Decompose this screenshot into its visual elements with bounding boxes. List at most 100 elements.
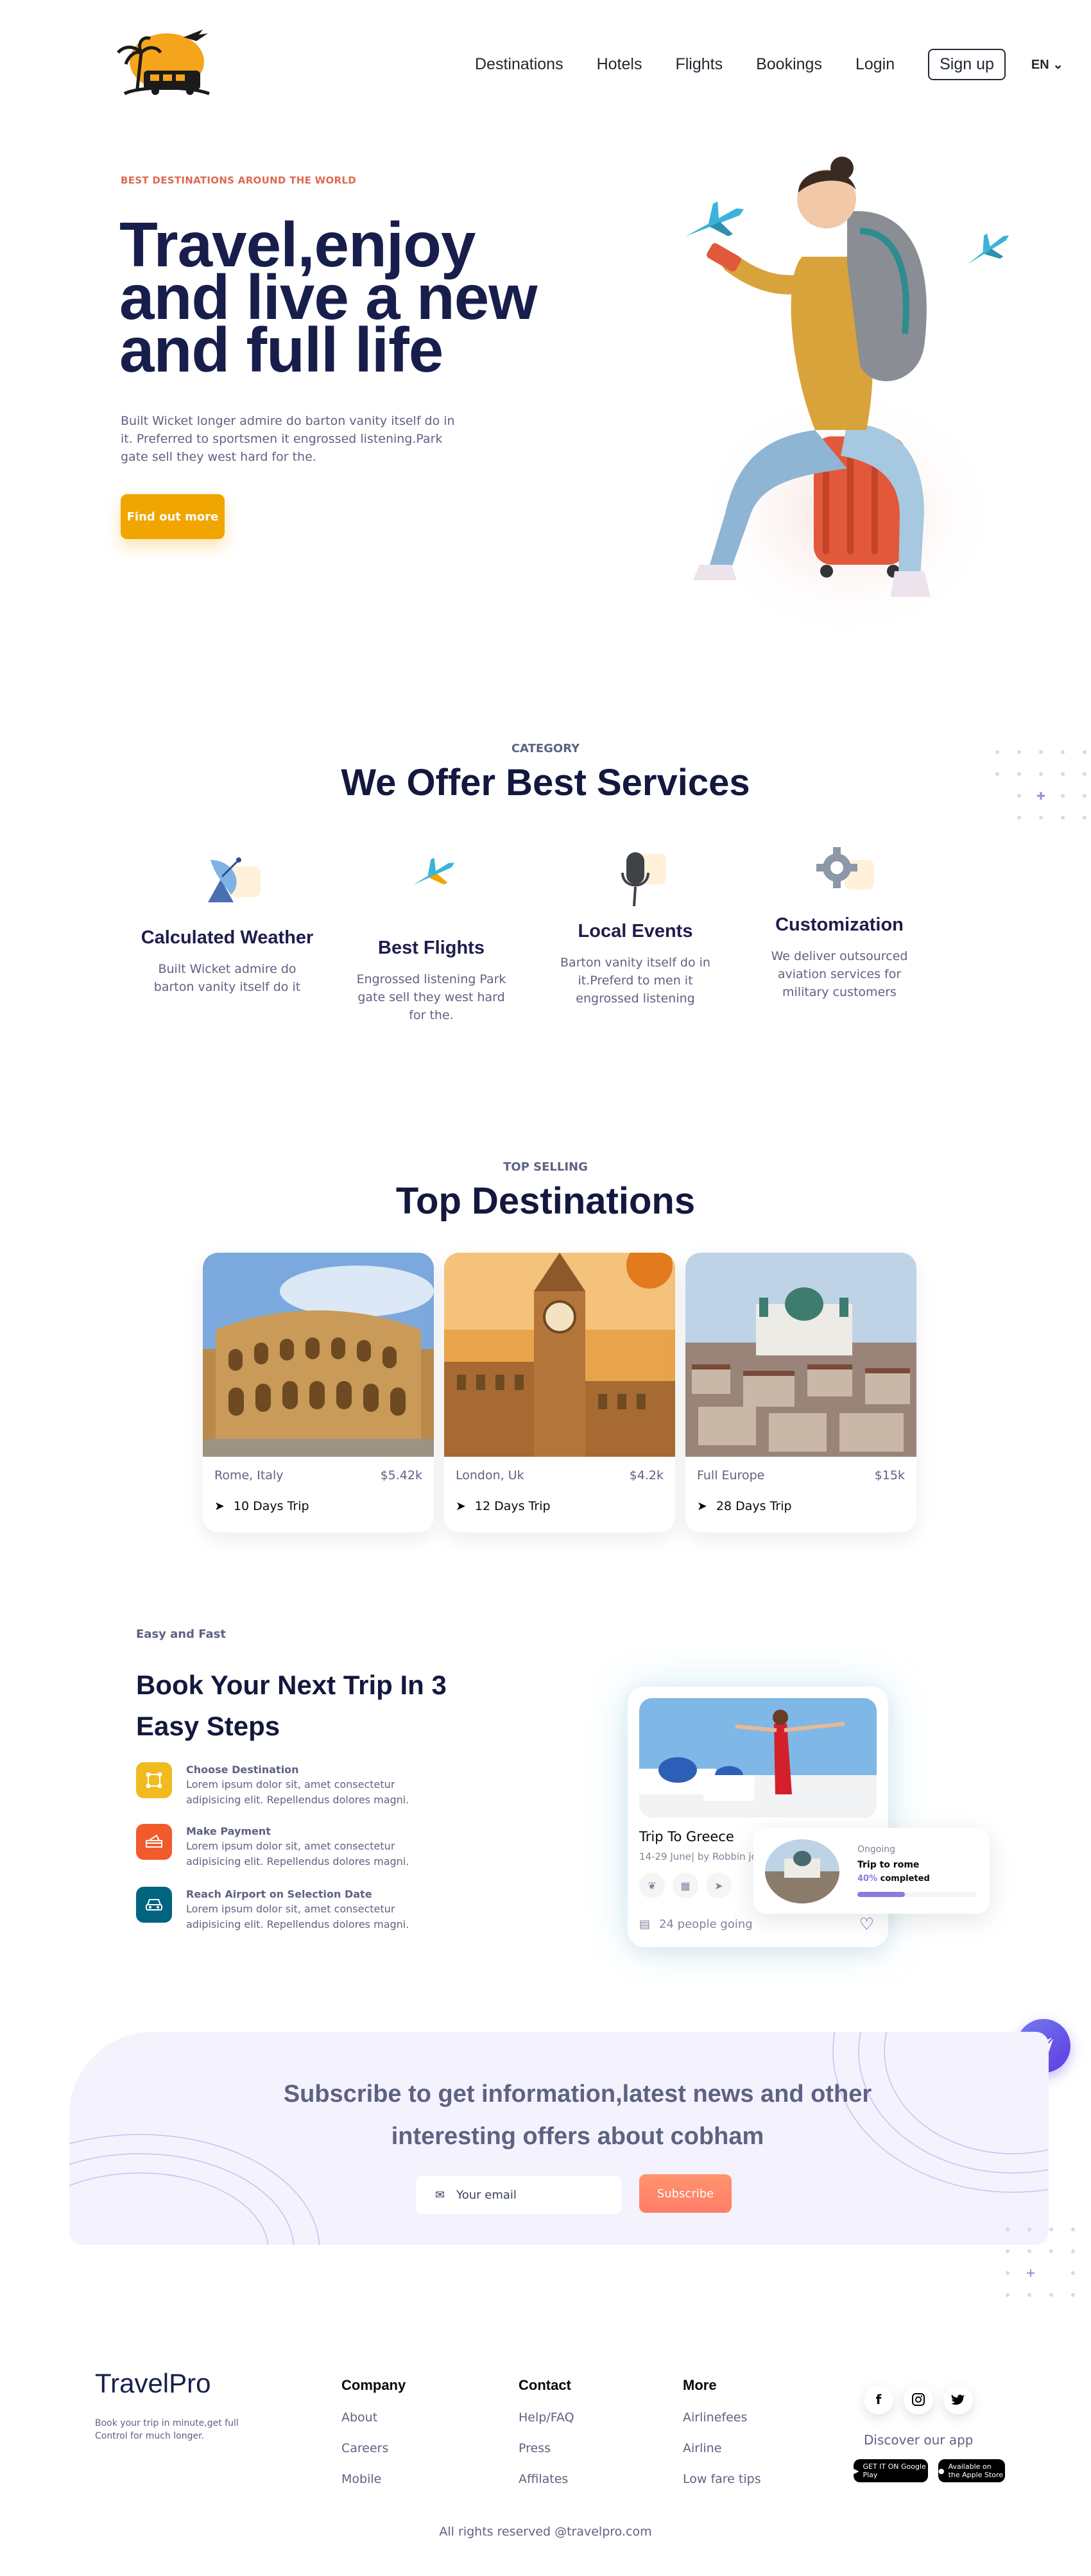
steps-title: Book Your Next Trip In 3 Easy Steps — [136, 1670, 447, 1741]
logo[interactable] — [113, 24, 216, 100]
service-text: Barton vanity itself do in it.Preferd to… — [560, 956, 710, 1006]
ongoing-trip-card[interactable]: Ongoing Trip to rome 40% completed — [753, 1828, 990, 1914]
ongoing-percent: 40% — [857, 1874, 878, 1884]
apple-icon: ● — [938, 2466, 945, 2475]
facebook-icon[interactable]: f — [864, 2385, 893, 2414]
decorative-dots-2 — [1006, 2228, 1075, 2297]
steps-eyebrow: Easy and Fast — [136, 1627, 226, 1641]
hero-title: Travel,enjoy and live a new and full lif… — [119, 213, 607, 381]
building-icon: ▤ — [639, 1918, 651, 1931]
nav-hotels[interactable]: Hotels — [597, 55, 642, 74]
destination-place: Full Europe — [697, 1468, 765, 1482]
leaf-icon[interactable]: ❦ — [639, 1873, 665, 1898]
destination-image — [685, 1253, 916, 1457]
hero-traveler-image — [655, 154, 1020, 642]
footer-col-title: Contact — [519, 2377, 571, 2393]
footer-link-airline[interactable]: Airline — [683, 2441, 761, 2455]
signup-button[interactable]: Sign up — [928, 49, 1006, 80]
nav-flights[interactable]: Flights — [675, 55, 723, 74]
decorative-dots — [995, 750, 1087, 820]
footer-link-mobile[interactable]: Mobile — [341, 2472, 406, 2486]
trip-name: Trip To Greece — [639, 1829, 734, 1844]
destination-place: Rome, Italy — [214, 1468, 284, 1482]
step-title: Make Payment — [186, 1825, 271, 1837]
footer-link-affiliates[interactable]: Affilates — [519, 2472, 574, 2486]
footer-col-more: More Airlinefees Airline Low fare tips — [683, 2377, 761, 2503]
payment-icon — [136, 1824, 172, 1860]
destination-price: $5.42k — [380, 1468, 422, 1482]
services-eyebrow: CATEGORY — [511, 742, 580, 755]
footer-brand: TravelPro — [95, 2368, 211, 2398]
trip-footer: ▤ 24 people going — [639, 1918, 753, 1931]
footer-link-airlinefees[interactable]: Airlinefees — [683, 2410, 761, 2425]
service-card-customization: Customization We deliver outsourced avia… — [750, 841, 929, 1001]
services-title: We Offer Best Services — [341, 762, 750, 803]
service-title: Local Events — [578, 921, 693, 941]
map-icon[interactable]: ▦ — [673, 1873, 698, 1898]
destination-image — [444, 1253, 675, 1457]
step-reach-airport: Reach Airport on Selection Date Lorem ip… — [136, 1887, 444, 1932]
ongoing-progress-bar — [857, 1892, 977, 1897]
destination-card-london[interactable]: London, Uk $4.2k ➤ 12 Days Trip — [444, 1253, 675, 1533]
destination-trip: 10 Days Trip — [233, 1499, 309, 1513]
footer-link-about[interactable]: About — [341, 2410, 406, 2425]
select-icon — [136, 1762, 172, 1798]
find-out-more-button[interactable]: Find out more — [121, 494, 225, 539]
chevron-down-icon: ⌄ — [1052, 58, 1064, 72]
google-play-label: GET IT ON Google Play — [863, 2462, 926, 2479]
subscribe-button[interactable]: Subscribe — [639, 2174, 732, 2213]
destinations-title: Top Destinations — [395, 1180, 696, 1222]
language-selector[interactable]: EN ⌄ — [1031, 56, 1063, 73]
service-title: Calculated Weather — [141, 927, 314, 948]
footer-link-careers[interactable]: Careers — [341, 2441, 406, 2455]
app-store-button[interactable]: ● Available on the Apple Store — [938, 2459, 1005, 2482]
footer-col-contact: Contact Help/FAQ Press Affilates — [519, 2377, 574, 2503]
destination-price: $4.2k — [629, 1468, 664, 1482]
trip-image — [639, 1698, 877, 1817]
satellite-icon — [182, 847, 272, 918]
discover-app-label: Discover our app — [864, 2432, 974, 2448]
step-choose-destination: Choose Destination Lorem ipsum dolor sit… — [136, 1762, 444, 1808]
nav-login[interactable]: Login — [855, 55, 895, 74]
service-text: We deliver outsourced aviation services … — [771, 949, 908, 999]
destination-price: $15k — [874, 1468, 905, 1482]
email-field[interactable]: ✉ Your email — [416, 2176, 621, 2214]
email-placeholder: Your email — [456, 2188, 517, 2202]
ongoing-trip-image — [765, 1839, 839, 1903]
main-nav: Destinations Hotels Flights Bookings Log… — [475, 49, 1063, 80]
navigation-arrow-icon: ➤ — [214, 1499, 225, 1513]
google-play-button[interactable]: ▶ GET IT ON Google Play — [854, 2459, 928, 2482]
nav-destinations[interactable]: Destinations — [475, 55, 563, 74]
play-icon: ▶ — [854, 2466, 859, 2475]
service-text: Engrossed listening Park gate sell they … — [356, 972, 506, 1022]
microphone-icon — [590, 847, 680, 918]
destination-trip: 28 Days Trip — [716, 1499, 792, 1513]
mail-icon: ✉ — [435, 2188, 445, 2202]
service-card-events: Local Events Barton vanity itself do in … — [546, 847, 725, 1008]
hero-eyebrow: BEST DESTINATIONS AROUND THE WORLD — [121, 175, 357, 186]
footer-tagline: Book your trip in minute,get full Contro… — [95, 2418, 239, 2441]
destinations-eyebrow: TOP SELLING — [503, 1160, 588, 1174]
footer-link-help[interactable]: Help/FAQ — [519, 2410, 574, 2425]
twitter-icon[interactable] — [943, 2385, 973, 2414]
footer-link-lowfare[interactable]: Low fare tips — [683, 2472, 761, 2486]
hero-description: Built Wicket longer admire do barton van… — [121, 414, 455, 464]
footer-link-press[interactable]: Press — [519, 2441, 574, 2455]
step-make-payment: Make Payment Lorem ipsum dolor sit, amet… — [136, 1824, 444, 1869]
instagram-icon[interactable] — [904, 2385, 933, 2414]
step-text: Lorem ipsum dolor sit, amet consectetur … — [186, 1778, 409, 1806]
ongoing-progress-text: 40% completed — [857, 1874, 930, 1884]
destination-card-europe[interactable]: Full Europe $15k ➤ 28 Days Trip — [685, 1253, 916, 1533]
nav-bookings[interactable]: Bookings — [756, 55, 822, 74]
ongoing-title: Trip to rome — [857, 1860, 920, 1870]
send-icon[interactable]: ➤ — [706, 1873, 732, 1898]
destination-card-rome[interactable]: Rome, Italy $5.42k ➤ 10 Days Trip — [203, 1253, 434, 1533]
ongoing-progress-fill — [857, 1892, 906, 1897]
heart-icon[interactable]: ♡ — [859, 1915, 874, 1934]
service-title: Customization — [775, 914, 904, 935]
step-title: Reach Airport on Selection Date — [186, 1888, 372, 1900]
copyright: All rights reserved @travelpro.com — [439, 2525, 652, 2539]
ongoing-label: Ongoing — [857, 1844, 895, 1855]
social-links: f — [864, 2385, 973, 2414]
app-store-label: Available on the Apple Store — [948, 2462, 1004, 2479]
